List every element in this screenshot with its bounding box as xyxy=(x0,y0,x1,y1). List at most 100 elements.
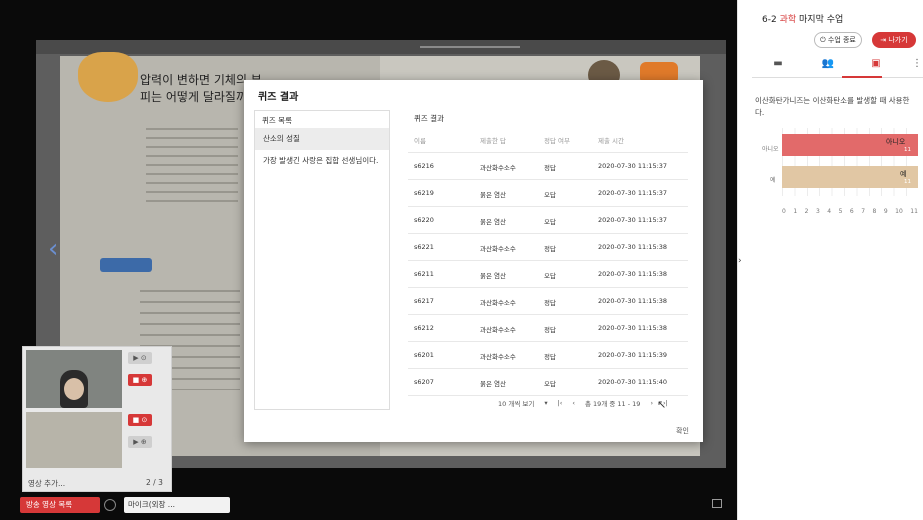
cell-answer: 과산화수소수 xyxy=(480,164,516,172)
cell-time: 2020-07-30 11:15:38 xyxy=(598,270,668,278)
results-title: 퀴즈 결과 xyxy=(414,114,444,123)
cell-answer: 묽은 염산 xyxy=(480,191,506,199)
video-stop-button[interactable]: ■ ⊕ xyxy=(128,374,152,386)
confirm-button[interactable]: 확인 xyxy=(676,426,689,436)
x-tick-label: 11 xyxy=(910,208,918,215)
cell-answer: 과산화수소수 xyxy=(480,245,516,253)
pagination: 10 개씩 보기 ▾ |‹ ‹ 총 19개 중 11 - 19 › ›| xyxy=(498,398,668,408)
cell-name: s6221 xyxy=(414,243,434,251)
slide-handle xyxy=(420,46,520,48)
cell-correct: 오답 xyxy=(544,191,556,199)
side-panel xyxy=(737,0,923,520)
class-title-prefix: 6-2 xyxy=(762,15,777,25)
cell-time: 2020-07-30 11:15:37 xyxy=(598,162,668,170)
page-size-chevron-icon[interactable]: ▾ xyxy=(544,399,547,407)
chart-bar-yes xyxy=(782,166,918,188)
bar-value-no: 11 xyxy=(904,147,911,153)
cell-name: s6207 xyxy=(414,378,434,386)
cell-name: s6220 xyxy=(414,216,434,224)
video-thumbnail-slide[interactable] xyxy=(26,412,122,468)
cell-answer: 묽은 염산 xyxy=(480,272,506,280)
slide-body-text xyxy=(146,128,238,208)
x-tick-label: 0 xyxy=(782,208,786,215)
y-label-yes: 예 xyxy=(770,177,776,184)
x-tick-label: 1 xyxy=(793,208,798,215)
quiz-question: 이산화탄가니즈는 이산화탄소를 발생할 때 사용한다. xyxy=(755,96,910,117)
page-info: 총 19개 중 11 - 19 xyxy=(585,400,641,408)
table-row: s6212 과산화수소수 정답 2020-07-30 11:15:38 xyxy=(408,315,688,342)
quiz-list-item[interactable]: 가장 발생긴 사랑은 집합 선생님이다. xyxy=(255,150,389,172)
prev-slide-icon[interactable]: ‹ xyxy=(48,234,58,264)
video-play-button[interactable]: ▶ ⊙ xyxy=(128,352,152,364)
page-size-select[interactable]: 10 개씩 보기 xyxy=(498,398,534,408)
slide-badge xyxy=(100,258,152,272)
cell-correct: 오답 xyxy=(544,380,556,388)
table-row: s6221 과산화수소수 정답 2020-07-30 11:15:38 xyxy=(408,234,688,261)
cell-time: 2020-07-30 11:15:37 xyxy=(598,189,668,197)
x-tick-label: 6 xyxy=(849,208,854,215)
x-axis-ticks: 0 1 2 3 4 5 6 7 8 9 10 11 xyxy=(782,208,918,215)
cell-answer: 묽은 염산 xyxy=(480,218,506,226)
cell-time: 2020-07-30 11:15:37 xyxy=(598,216,668,224)
x-tick-label: 2 xyxy=(804,208,809,215)
expand-panel-icon[interactable]: › xyxy=(738,256,742,266)
mouse-cursor-icon: ↖ xyxy=(657,398,667,411)
class-title: 6-2 과학 마지막 수업 xyxy=(762,12,843,25)
cell-time: 2020-07-30 11:15:40 xyxy=(598,378,668,386)
column-header-name: 이름 xyxy=(414,137,426,145)
x-tick-label: 4 xyxy=(827,208,832,215)
microphone-select[interactable]: 마이크(외장 ... xyxy=(124,497,230,513)
cell-time: 2020-07-30 11:15:39 xyxy=(598,351,668,359)
chat-tab-icon[interactable]: ▬ xyxy=(768,58,788,72)
quiz-tab-icon[interactable]: ▣ xyxy=(866,58,886,72)
cell-name: s6211 xyxy=(414,270,434,278)
quiz-list-item[interactable]: 산소의 성질 xyxy=(255,128,389,150)
x-tick-label: 3 xyxy=(815,208,820,215)
class-title-subject: 과학 xyxy=(779,15,797,25)
exit-button[interactable]: ⇥ 나가기 xyxy=(872,32,916,48)
column-header-answer: 제출한 답 xyxy=(480,137,506,145)
cell-time: 2020-07-30 11:15:38 xyxy=(598,297,668,305)
first-page-icon[interactable]: |‹ xyxy=(558,399,563,407)
next-page-icon[interactable]: › xyxy=(650,399,653,407)
people-tab-icon[interactable]: 👥 xyxy=(818,58,838,72)
slide-illustration xyxy=(78,52,138,102)
cell-correct: 정답 xyxy=(544,326,556,334)
modal-title: 퀴즈 결과 xyxy=(258,92,299,103)
bar-label-yes: 예 xyxy=(900,170,907,178)
cell-name: s6212 xyxy=(414,324,434,332)
cell-answer: 과산화수소수 xyxy=(480,326,516,334)
video-count: 2 / 3 xyxy=(146,478,163,487)
record-icon[interactable] xyxy=(104,499,116,511)
y-label-no: 아니오 xyxy=(762,146,779,153)
column-header-time: 제출 시간 xyxy=(598,137,624,145)
bar-label-no: 아니오 xyxy=(886,138,906,146)
add-video-label[interactable]: 영상 추가... xyxy=(28,478,65,489)
fullscreen-icon[interactable] xyxy=(712,499,722,508)
cell-correct: 오답 xyxy=(544,218,556,226)
cell-correct: 정답 xyxy=(544,245,556,253)
video-stop-button-2[interactable]: ■ ⊙ xyxy=(128,414,152,426)
cell-answer: 과산화수소수 xyxy=(480,299,516,307)
quiz-list-header: 퀴즈 목록 xyxy=(262,116,292,125)
more-options-icon[interactable]: ⋮ xyxy=(912,58,922,69)
table-header: 이름 제출한 답 정답 여부 제출 시간 xyxy=(408,126,688,153)
table-row: s6211 묽은 염산 오답 2020-07-30 11:15:38 xyxy=(408,261,688,288)
cell-name: s6216 xyxy=(414,162,434,170)
table-row: s6217 과산화수소수 정답 2020-07-30 11:15:38 xyxy=(408,288,688,315)
class-title-suffix: 마지막 수업 xyxy=(799,15,844,25)
cell-name: s6201 xyxy=(414,351,434,359)
cell-correct: 정답 xyxy=(544,353,556,361)
video-play-button-2[interactable]: ▶ ⊕ xyxy=(128,436,152,448)
broadcast-list-button[interactable]: 방송 영상 목록 xyxy=(20,497,100,513)
cell-correct: 오답 xyxy=(544,272,556,280)
cell-name: s6217 xyxy=(414,297,434,305)
teacher-face xyxy=(64,378,84,400)
bar-value-yes: 11 xyxy=(904,179,911,185)
x-tick-label: 7 xyxy=(861,208,866,215)
table-row: s6216 과산화수소수 정답 2020-07-30 11:15:37 xyxy=(408,153,688,180)
x-tick-label: 5 xyxy=(838,208,843,215)
end-class-button[interactable]: ⏻ 수업 종료 xyxy=(814,32,862,48)
cell-name: s6219 xyxy=(414,189,434,197)
prev-page-icon[interactable]: ‹ xyxy=(572,399,575,407)
